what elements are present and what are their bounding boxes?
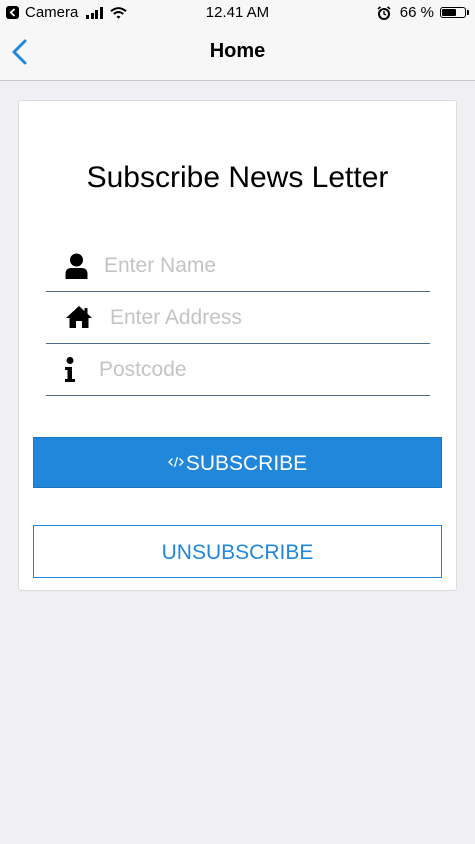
name-input[interactable]	[104, 251, 424, 281]
subscribe-button-label: SUBSCRIBE	[185, 452, 308, 475]
info-icon	[65, 357, 75, 382]
address-field	[46, 291, 430, 344]
navigation-bar: Home	[0, 26, 475, 81]
alarm-icon	[377, 5, 391, 20]
postcode-field	[46, 343, 430, 396]
status-right: 66 %	[377, 4, 469, 21]
status-bar: Camera 12.41 AM 66 %	[0, 0, 475, 26]
battery-percent: 66 %	[399, 4, 434, 21]
address-input[interactable]	[110, 303, 424, 333]
home-icon	[66, 306, 92, 328]
name-field	[46, 239, 430, 292]
form-title: Subscribe News Letter	[86, 161, 389, 194]
user-icon	[65, 253, 88, 279]
subscribe-card: Subscribe News Letter SUBSCRIBE UNSUBSCR…	[18, 100, 457, 591]
page-title: Home	[209, 40, 266, 62]
battery-level	[442, 9, 456, 16]
unsubscribe-button-label: UNSUBSCRIBE	[161, 541, 314, 564]
code-icon	[167, 457, 184, 468]
battery-tip	[467, 10, 469, 15]
battery-icon	[440, 7, 466, 18]
postcode-input[interactable]	[99, 355, 424, 385]
subscribe-button[interactable]: SUBSCRIBE	[33, 437, 442, 488]
unsubscribe-button[interactable]: UNSUBSCRIBE	[33, 525, 442, 578]
